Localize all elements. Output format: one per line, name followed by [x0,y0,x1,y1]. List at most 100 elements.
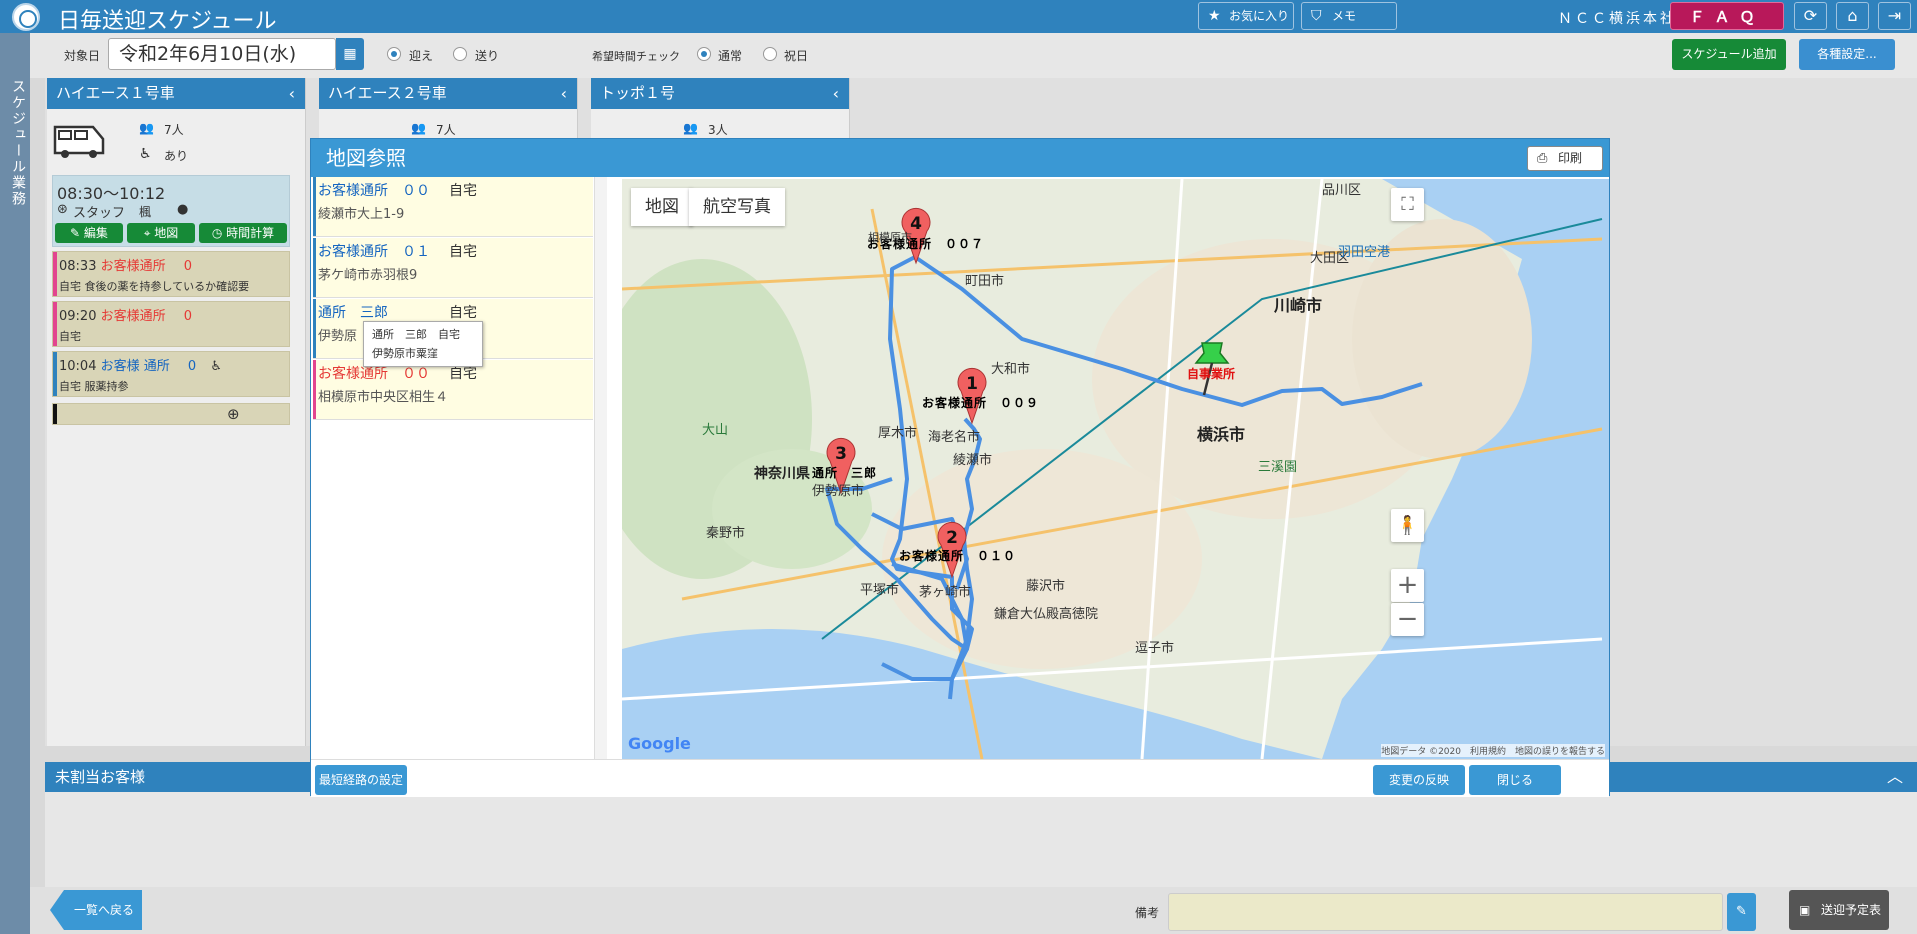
collapse-chevron-icon[interactable]: ‹ [561,78,567,109]
collapse-chevron-icon[interactable]: ‹ [289,78,295,109]
pickup-radio[interactable] [387,47,401,61]
vehicle-header[interactable]: トッポ１号 ‹ [591,78,849,109]
pegman-icon[interactable]: 🧍 [1391,509,1424,542]
stop-list: お客様通所 ００ 自宅 綾瀬市大上1-9 お客様通所 ０１ 自宅 茅ケ崎市赤羽根… [311,177,607,759]
refresh-icon[interactable]: ⟳ [1794,2,1827,30]
van-icon [53,125,105,158]
zoom-in-icon[interactable]: + [1391,569,1424,602]
map-city-label: 横浜市 [1197,425,1246,444]
map-city-label: 町田市 [965,274,1005,289]
add-schedule-button[interactable]: スケジュール追加 [1672,39,1786,70]
app-header: 日毎送迎スケジュール ★ お気に入り ⛉ メモ ＮＣＣ横浜本社 ＦＡＱ ⟳ ⌂ ⇥ [0,0,1917,34]
print-button[interactable]: ⎙ 印刷 [1527,146,1603,171]
map-city-label: 秦野市 [706,526,746,541]
map-tab-aerial[interactable]: 航空写真 [689,188,785,226]
memo-label: 備考 [1135,906,1160,920]
trip-card[interactable]: 09:20 お客様通所 0 自宅 [52,301,290,347]
capacity-icon: 👥 [683,121,698,135]
map-poi-label: 鎌倉大仏殿高徳院 [994,607,1099,622]
map-attribution[interactable]: 地図データ ©2020 利用規約 地図の誤りを報告する [1381,744,1605,757]
map-city-label: 平塚市 [860,583,900,598]
memo-button[interactable]: ⛉ メモ [1301,2,1397,30]
map-poi-label: 大山 [702,423,729,438]
unassigned-list [45,792,1917,887]
app-title: 日毎送迎スケジュール [58,9,277,34]
calendar-icon[interactable]: ▦ [336,38,364,70]
fullscreen-icon[interactable]: ⛶ [1391,188,1424,221]
plus-circle-icon[interactable]: ⊕ [227,405,240,423]
modal-header: 地図参照 ⎙ 印刷 [311,139,1609,177]
map-city-label: 川崎市 [1274,296,1323,315]
zoom-out-icon[interactable]: − [1391,603,1424,636]
pin-number: 2 [946,528,958,548]
collapse-chevron-icon[interactable]: ‹ [833,78,839,109]
stop-label: 通所 三郎 [812,466,878,480]
map-modal: 地図参照 ⎙ 印刷 お客様通所 ００ 自宅 綾瀬市大上1-9 お客様通所 ０１ 自… [310,138,1610,797]
trip-card[interactable]: 10:04 お客様 通所 0 ♿ 自宅 服薬持参 [52,351,290,397]
map-city-label: 綾瀬市 [953,453,993,468]
settings-button[interactable]: 各種設定... [1799,39,1895,70]
time-calc-button[interactable]: ◷ 時間計算 [199,223,287,243]
apply-changes-button[interactable]: 変更の反映 [1373,765,1465,795]
route-map[interactable]: 地図 航空写真 ⛶ 🧍 + − 4 1 3 2 お客様通所 ００７ お客様通所 … [622,179,1609,759]
list-item[interactable]: お客様通所 ００ 自宅 相模原市中央区相生４ [313,360,593,420]
pencil-icon: ✎ [70,226,84,240]
list-item[interactable]: お客様通所 ００ 自宅 綾瀬市大上1-9 [313,177,593,237]
steering-icon: ⊛ [57,202,68,217]
schedule-plan-button[interactable]: ▣ 送迎予定表 [1789,890,1889,930]
vehicle-column: ハイエース１号車 ‹ 👥 7人 ♿ あり 08:30〜10:12 ⊛ スタッフ 楓… [47,78,306,746]
stop-label: お客様通所 ００９ [922,396,1040,410]
capacity-value: 3人 [708,123,728,137]
faq-button[interactable]: ＦＡＱ [1670,2,1784,30]
close-button[interactable]: 閉じる [1469,765,1561,795]
list-scrollbar[interactable] [595,177,607,759]
star-icon: ★ [1208,8,1221,24]
time-card: 08:30〜10:12 ⊛ スタッフ 楓 ● ✎ 編集 ⌖ 地図 ◷ 時間計算 [52,175,290,247]
expand-chevron-icon[interactable]: ︿ [1887,762,1903,792]
tag-icon: ⛉ [1311,8,1322,24]
dropoff-label: 送り [475,49,500,63]
add-trip-row[interactable]: ⊕ [52,403,290,425]
stop-tooltip: 通所 三郎 自宅 伊勢原市粟窪 [363,321,483,367]
pin-number: 3 [835,444,847,464]
office-label: 自事業所 [1187,367,1236,381]
normal-radio[interactable] [697,47,711,61]
edit-button[interactable]: ✎ 編集 [55,223,123,243]
google-logo: Google [628,734,691,753]
pencil-icon[interactable]: ✎ [1727,893,1756,931]
capacity-icon: 👥 [139,121,154,135]
map-pin-icon: ⌖ [143,226,155,240]
modal-footer: 最短経路の設定 変更の反映 閉じる [311,759,1609,797]
time-range: 08:30〜10:12 [57,184,166,203]
wheelchair-value: あり [164,149,189,163]
date-input[interactable]: 令和2年6月10日(水) [108,38,336,70]
logout-icon[interactable]: ⇥ [1878,2,1911,30]
favorites-button[interactable]: ★ お気に入り [1198,2,1294,30]
capacity-value: 7人 [436,123,456,137]
map-city-label: 藤沢市 [1026,579,1066,594]
memo-input[interactable] [1168,893,1723,931]
pin-number: 1 [966,374,978,394]
excel-icon: ▣ [1799,903,1811,917]
wheelchair-icon: ♿ [210,359,222,374]
back-to-list-button[interactable]: 一覧へ戻る [50,890,142,930]
vehicle-header[interactable]: ハイエース１号車 ‹ [47,78,305,109]
home-icon[interactable]: ⌂ [1836,2,1869,30]
map-city-label: 厚木市 [878,426,918,441]
clock-icon: ◷ [211,226,227,240]
map-city-label: 神奈川県 [754,466,810,482]
holiday-radio[interactable] [763,47,777,61]
vehicle-header[interactable]: ハイエース２号車 ‹ [319,78,577,109]
wheelchair-icon: ♿ [139,146,152,162]
map-tab-road[interactable]: 地図 [631,188,693,226]
company-name: ＮＣＣ横浜本社 [1558,11,1677,27]
printer-icon: ⎙ [1537,151,1548,166]
map-button[interactable]: ⌖ 地図 [127,223,195,243]
trip-card[interactable]: 08:33 お客様通所 0 自宅 食後の薬を持参しているか確認要 [52,251,290,297]
staff-name: 楓 [139,205,152,219]
list-item[interactable]: お客様通所 ０１ 自宅 茅ケ崎市赤羽根9 [313,238,593,298]
staff-label: スタッフ [73,206,126,221]
shortest-route-button[interactable]: 最短経路の設定 [315,765,407,795]
dropoff-radio[interactable] [453,47,467,61]
sidebar-label: スケジュール業務 [10,79,26,207]
